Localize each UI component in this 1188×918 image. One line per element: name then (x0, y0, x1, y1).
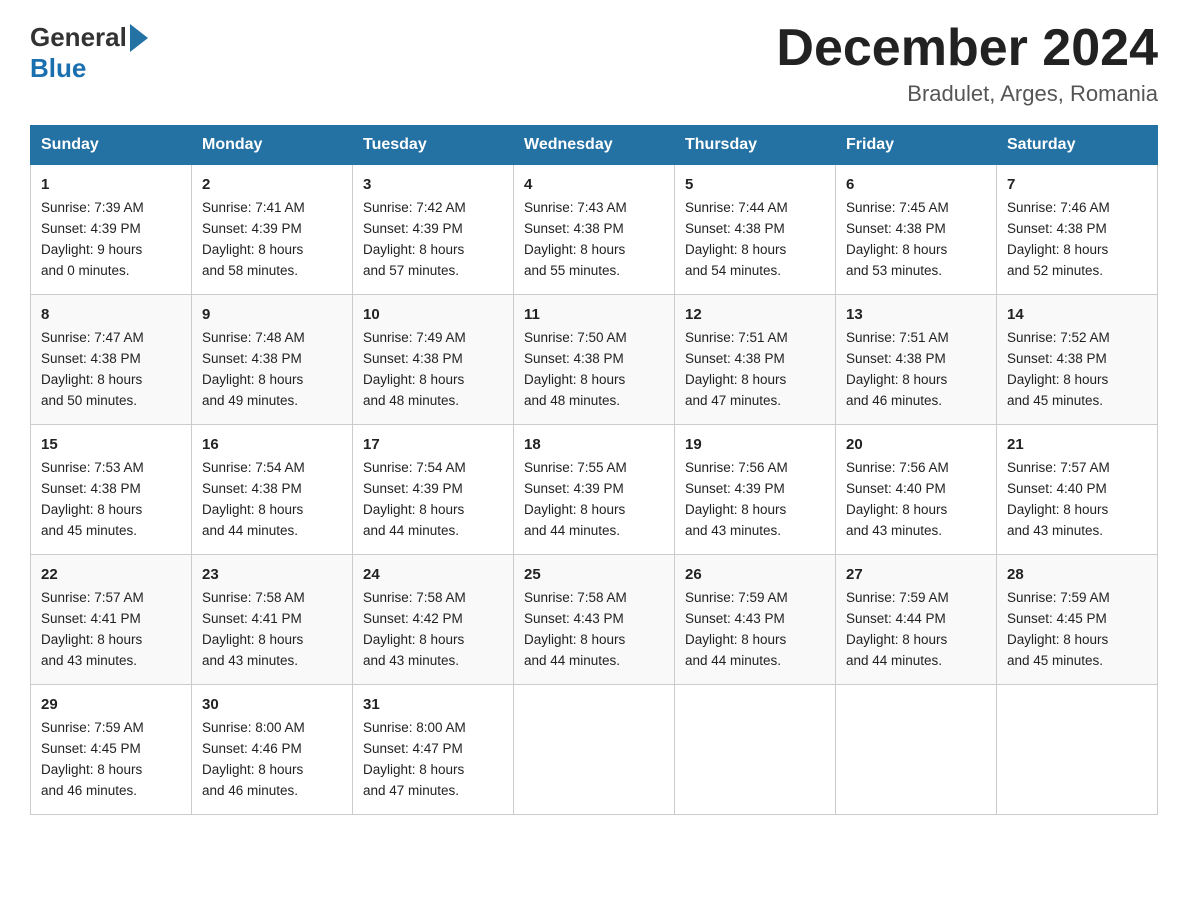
calendar-cell: 17Sunrise: 7:54 AMSunset: 4:39 PMDayligh… (353, 425, 514, 555)
day-number: 12 (685, 303, 825, 326)
column-header-saturday: Saturday (997, 126, 1158, 165)
calendar-cell: 14Sunrise: 7:52 AMSunset: 4:38 PMDayligh… (997, 295, 1158, 425)
day-number: 14 (1007, 303, 1147, 326)
logo-blue-text: Blue (30, 53, 86, 84)
day-number: 9 (202, 303, 342, 326)
day-number: 13 (846, 303, 986, 326)
week-row-2: 8Sunrise: 7:47 AMSunset: 4:38 PMDaylight… (31, 295, 1158, 425)
calendar-cell: 23Sunrise: 7:58 AMSunset: 4:41 PMDayligh… (192, 555, 353, 685)
calendar-cell: 15Sunrise: 7:53 AMSunset: 4:38 PMDayligh… (31, 425, 192, 555)
calendar-cell: 21Sunrise: 7:57 AMSunset: 4:40 PMDayligh… (997, 425, 1158, 555)
column-header-thursday: Thursday (675, 126, 836, 165)
logo-general: General (30, 22, 150, 53)
day-number: 29 (41, 693, 181, 716)
day-number: 31 (363, 693, 503, 716)
calendar-cell: 8Sunrise: 7:47 AMSunset: 4:38 PMDaylight… (31, 295, 192, 425)
logo-triangle-icon (130, 24, 148, 52)
calendar-cell: 19Sunrise: 7:56 AMSunset: 4:39 PMDayligh… (675, 425, 836, 555)
day-number: 1 (41, 173, 181, 196)
column-header-monday: Monday (192, 126, 353, 165)
day-number: 11 (524, 303, 664, 326)
calendar-cell: 27Sunrise: 7:59 AMSunset: 4:44 PMDayligh… (836, 555, 997, 685)
day-number: 18 (524, 433, 664, 456)
day-number: 25 (524, 563, 664, 586)
calendar-cell: 26Sunrise: 7:59 AMSunset: 4:43 PMDayligh… (675, 555, 836, 685)
week-row-3: 15Sunrise: 7:53 AMSunset: 4:38 PMDayligh… (31, 425, 1158, 555)
calendar-cell: 4Sunrise: 7:43 AMSunset: 4:38 PMDaylight… (514, 165, 675, 295)
calendar-cell: 9Sunrise: 7:48 AMSunset: 4:38 PMDaylight… (192, 295, 353, 425)
day-number: 15 (41, 433, 181, 456)
day-number: 8 (41, 303, 181, 326)
calendar-cell (997, 684, 1158, 814)
calendar-cell: 30Sunrise: 8:00 AMSunset: 4:46 PMDayligh… (192, 684, 353, 814)
calendar-cell: 10Sunrise: 7:49 AMSunset: 4:38 PMDayligh… (353, 295, 514, 425)
calendar-cell: 20Sunrise: 7:56 AMSunset: 4:40 PMDayligh… (836, 425, 997, 555)
calendar-cell: 1Sunrise: 7:39 AMSunset: 4:39 PMDaylight… (31, 165, 192, 295)
calendar-cell: 5Sunrise: 7:44 AMSunset: 4:38 PMDaylight… (675, 165, 836, 295)
day-number: 21 (1007, 433, 1147, 456)
subtitle: Bradulet, Arges, Romania (776, 81, 1158, 107)
calendar-cell: 11Sunrise: 7:50 AMSunset: 4:38 PMDayligh… (514, 295, 675, 425)
day-number: 24 (363, 563, 503, 586)
column-header-tuesday: Tuesday (353, 126, 514, 165)
main-title: December 2024 (776, 20, 1158, 77)
calendar-cell: 18Sunrise: 7:55 AMSunset: 4:39 PMDayligh… (514, 425, 675, 555)
day-number: 4 (524, 173, 664, 196)
calendar-cell (514, 684, 675, 814)
day-number: 22 (41, 563, 181, 586)
column-header-friday: Friday (836, 126, 997, 165)
day-number: 16 (202, 433, 342, 456)
logo-blue: Blue (30, 53, 150, 84)
week-row-5: 29Sunrise: 7:59 AMSunset: 4:45 PMDayligh… (31, 684, 1158, 814)
calendar-header-row: SundayMondayTuesdayWednesdayThursdayFrid… (31, 126, 1158, 165)
calendar-cell: 24Sunrise: 7:58 AMSunset: 4:42 PMDayligh… (353, 555, 514, 685)
calendar-cell: 28Sunrise: 7:59 AMSunset: 4:45 PMDayligh… (997, 555, 1158, 685)
week-row-1: 1Sunrise: 7:39 AMSunset: 4:39 PMDaylight… (31, 165, 1158, 295)
day-number: 2 (202, 173, 342, 196)
calendar-cell: 3Sunrise: 7:42 AMSunset: 4:39 PMDaylight… (353, 165, 514, 295)
calendar-cell: 6Sunrise: 7:45 AMSunset: 4:38 PMDaylight… (836, 165, 997, 295)
title-area: December 2024 Bradulet, Arges, Romania (776, 20, 1158, 107)
calendar-cell: 12Sunrise: 7:51 AMSunset: 4:38 PMDayligh… (675, 295, 836, 425)
day-number: 30 (202, 693, 342, 716)
calendar-cell: 29Sunrise: 7:59 AMSunset: 4:45 PMDayligh… (31, 684, 192, 814)
calendar-cell: 16Sunrise: 7:54 AMSunset: 4:38 PMDayligh… (192, 425, 353, 555)
day-number: 19 (685, 433, 825, 456)
day-number: 6 (846, 173, 986, 196)
day-number: 26 (685, 563, 825, 586)
day-number: 27 (846, 563, 986, 586)
day-number: 23 (202, 563, 342, 586)
column-header-sunday: Sunday (31, 126, 192, 165)
calendar-cell: 13Sunrise: 7:51 AMSunset: 4:38 PMDayligh… (836, 295, 997, 425)
week-row-4: 22Sunrise: 7:57 AMSunset: 4:41 PMDayligh… (31, 555, 1158, 685)
day-number: 10 (363, 303, 503, 326)
logo-general-text: General (30, 22, 127, 53)
calendar-cell: 7Sunrise: 7:46 AMSunset: 4:38 PMDaylight… (997, 165, 1158, 295)
day-number: 5 (685, 173, 825, 196)
calendar-cell (675, 684, 836, 814)
page-header: General Blue December 2024 Bradulet, Arg… (30, 20, 1158, 107)
column-header-wednesday: Wednesday (514, 126, 675, 165)
day-number: 7 (1007, 173, 1147, 196)
day-number: 3 (363, 173, 503, 196)
logo: General Blue (30, 22, 150, 84)
calendar-cell: 2Sunrise: 7:41 AMSunset: 4:39 PMDaylight… (192, 165, 353, 295)
calendar-cell (836, 684, 997, 814)
day-number: 28 (1007, 563, 1147, 586)
day-number: 17 (363, 433, 503, 456)
day-number: 20 (846, 433, 986, 456)
calendar-table: SundayMondayTuesdayWednesdayThursdayFrid… (30, 125, 1158, 815)
calendar-cell: 31Sunrise: 8:00 AMSunset: 4:47 PMDayligh… (353, 684, 514, 814)
calendar-cell: 22Sunrise: 7:57 AMSunset: 4:41 PMDayligh… (31, 555, 192, 685)
calendar-cell: 25Sunrise: 7:58 AMSunset: 4:43 PMDayligh… (514, 555, 675, 685)
